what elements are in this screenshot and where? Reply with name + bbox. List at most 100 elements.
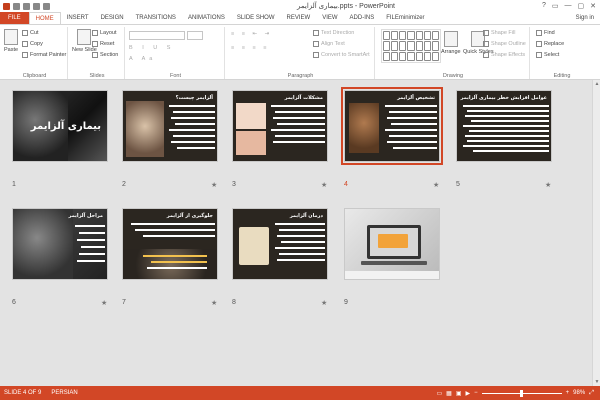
tab-insert[interactable]: INSERT [61,12,95,24]
slide-thumbnail-5[interactable]: عوامل افزایش خطر بیماری آلزایمر [456,90,552,162]
replace-icon [536,41,542,47]
shape-outline-button[interactable]: Shape Outline [483,41,526,47]
tab-design[interactable]: DESIGN [95,12,130,24]
slide-thumbnail-1[interactable]: بیماری آلزایمر [12,90,108,162]
select-button[interactable]: Select [536,52,559,58]
slide-thumbnail-8[interactable]: درمان آلزایمر [232,208,328,280]
font-size-dropdown[interactable] [187,31,203,40]
ribbon-display-icon[interactable]: ▭ [552,2,559,10]
slide-indicator: SLIDE 4 OF 9 [4,390,42,396]
slide-thumbnail-7[interactable]: جلوگیری از آلزایمر [122,208,218,280]
zoom-out-icon[interactable]: − [474,390,478,396]
tab-slide-show[interactable]: SLIDE SHOW [231,12,281,24]
find-label: Find [544,30,555,36]
brain-diagram-image [239,227,269,265]
tab-view[interactable]: VIEW [316,12,343,24]
zoom-in-icon[interactable]: + [566,390,570,396]
scroll-down-icon[interactable]: ▼ [593,378,600,386]
font-name-dropdown[interactable] [129,31,185,40]
tab-animations[interactable]: ANIMATIONS [182,12,231,24]
section-button[interactable]: Section [92,52,118,58]
slide-title: آلزایمر چیست؟ [175,95,213,101]
slideshow-start-icon[interactable] [43,2,50,10]
man-image [126,101,164,157]
save-icon[interactable] [13,2,20,10]
text-direction-label: Text Direction [321,30,355,36]
shape-outline-icon [483,41,489,47]
tab-transitions[interactable]: TRANSITIONS [130,12,182,24]
layout-label: Layout [100,30,117,36]
replace-label: Replace [544,41,565,47]
reading-view-icon[interactable]: ▣ [456,390,462,397]
transition-star-icon: ★ [545,182,552,189]
transition-star-icon: ★ [211,182,218,189]
sign-in-link[interactable]: Sign in [576,12,600,24]
shape-fill-button[interactable]: Shape Fill [483,30,515,36]
paragraph-group-label: Paragraph [287,73,314,79]
font-group: B I U S A Aa Font [127,27,225,79]
reset-button[interactable]: Reset [92,41,114,47]
undo-icon[interactable] [23,2,30,10]
cut-label: Cut [30,30,39,36]
redo-icon[interactable] [33,2,40,10]
zoom-thumb[interactable] [519,389,523,397]
language-indicator[interactable]: PERSIAN [51,390,77,396]
tab-file[interactable]: FILE [0,12,29,24]
slideshow-view-icon[interactable]: ▶ [466,390,471,397]
fit-to-window-icon[interactable]: ⤢ [589,390,594,397]
slide-thumbnail-4[interactable]: تشخیص آلزایمر [341,87,443,165]
copy-button[interactable]: Copy [22,41,43,47]
slide-sorter-view-icon[interactable]: ▦ [446,390,452,397]
slide-thumbnail-2[interactable]: آلزایمر چیست؟ [122,90,218,162]
slides-group-label: Slides [89,73,105,79]
layout-icon [92,30,98,36]
tab-fileminimizer[interactable]: FILEminimizer [380,12,430,24]
slide-thumbnail-9[interactable] [344,208,440,280]
layout-button[interactable]: Layout [92,30,117,36]
tab-review[interactable]: REVIEW [281,12,317,24]
align-text-button[interactable]: Align Text [313,41,345,47]
scroll-up-icon[interactable]: ▲ [593,80,600,88]
editing-group: Find Replace Select Editing [532,27,592,79]
slide-number: 6 [12,299,16,306]
vertical-scrollbar[interactable]: ▲ ▼ [592,80,600,386]
maximize-icon[interactable]: ▢ [578,2,585,10]
normal-view-icon[interactable]: ▭ [437,390,443,397]
window-controls: ? ▭ — ▢ ✕ [542,2,600,10]
slide-thumbnail-3[interactable]: مشکلات آلزایمر [232,90,328,162]
close-icon[interactable]: ✕ [590,2,596,10]
font-color-buttons[interactable]: A Aa [129,56,156,62]
tab-home[interactable]: HOME [28,12,61,24]
brain-image-1 [236,103,266,129]
copy-label: Copy [30,41,43,47]
minimize-icon[interactable]: — [565,2,572,10]
zoom-level[interactable]: 98% [573,390,585,396]
select-label: Select [544,52,560,58]
title-bar: بیماری آلزایمر.ppts - PowerPoint ? ▭ — ▢… [0,0,600,12]
tab-add-ins[interactable]: ADD-INS [344,12,381,24]
arrange-button[interactable]: Arrange [441,31,461,55]
shape-outline-label: Shape Outline [491,41,526,47]
paragraph-group: ≡ ≡ ⇤ ⇥ ≡ ≡ ≡ ≡ Text Direction Align Tex… [227,27,375,79]
cut-button[interactable]: Cut [22,30,39,36]
align-buttons[interactable]: ≡ ≡ ≡ ≡ [231,45,269,51]
select-icon [536,52,542,58]
shape-effects-button[interactable]: Shape Effects [483,52,525,58]
font-format-buttons[interactable]: B I U S [129,45,174,51]
zoom-slider[interactable] [481,389,562,397]
convert-smartart-button[interactable]: Convert to SmartArt [313,52,370,58]
replace-button[interactable]: Replace [536,41,564,47]
slide-thumbnail-6[interactable]: مراحل آلزایمر [12,208,108,280]
align-text-icon [313,41,319,47]
list-buttons[interactable]: ≡ ≡ ⇤ ⇥ [231,31,272,37]
format-painter-button[interactable]: Format Painter [22,52,66,58]
status-bar: SLIDE 4 OF 9 PERSIAN ▭ ▦ ▣ ▶ − + 98% ⤢ [0,386,600,400]
paste-button[interactable]: Paste [4,29,18,53]
align-text-label: Align Text [321,41,345,47]
slide-title: بیماری آلزایمر [30,121,101,132]
find-button[interactable]: Find [536,30,555,36]
text-direction-button[interactable]: Text Direction [313,30,354,36]
help-icon[interactable]: ? [542,2,546,10]
slide-number: 7 [122,299,126,306]
shapes-gallery[interactable] [381,29,441,63]
